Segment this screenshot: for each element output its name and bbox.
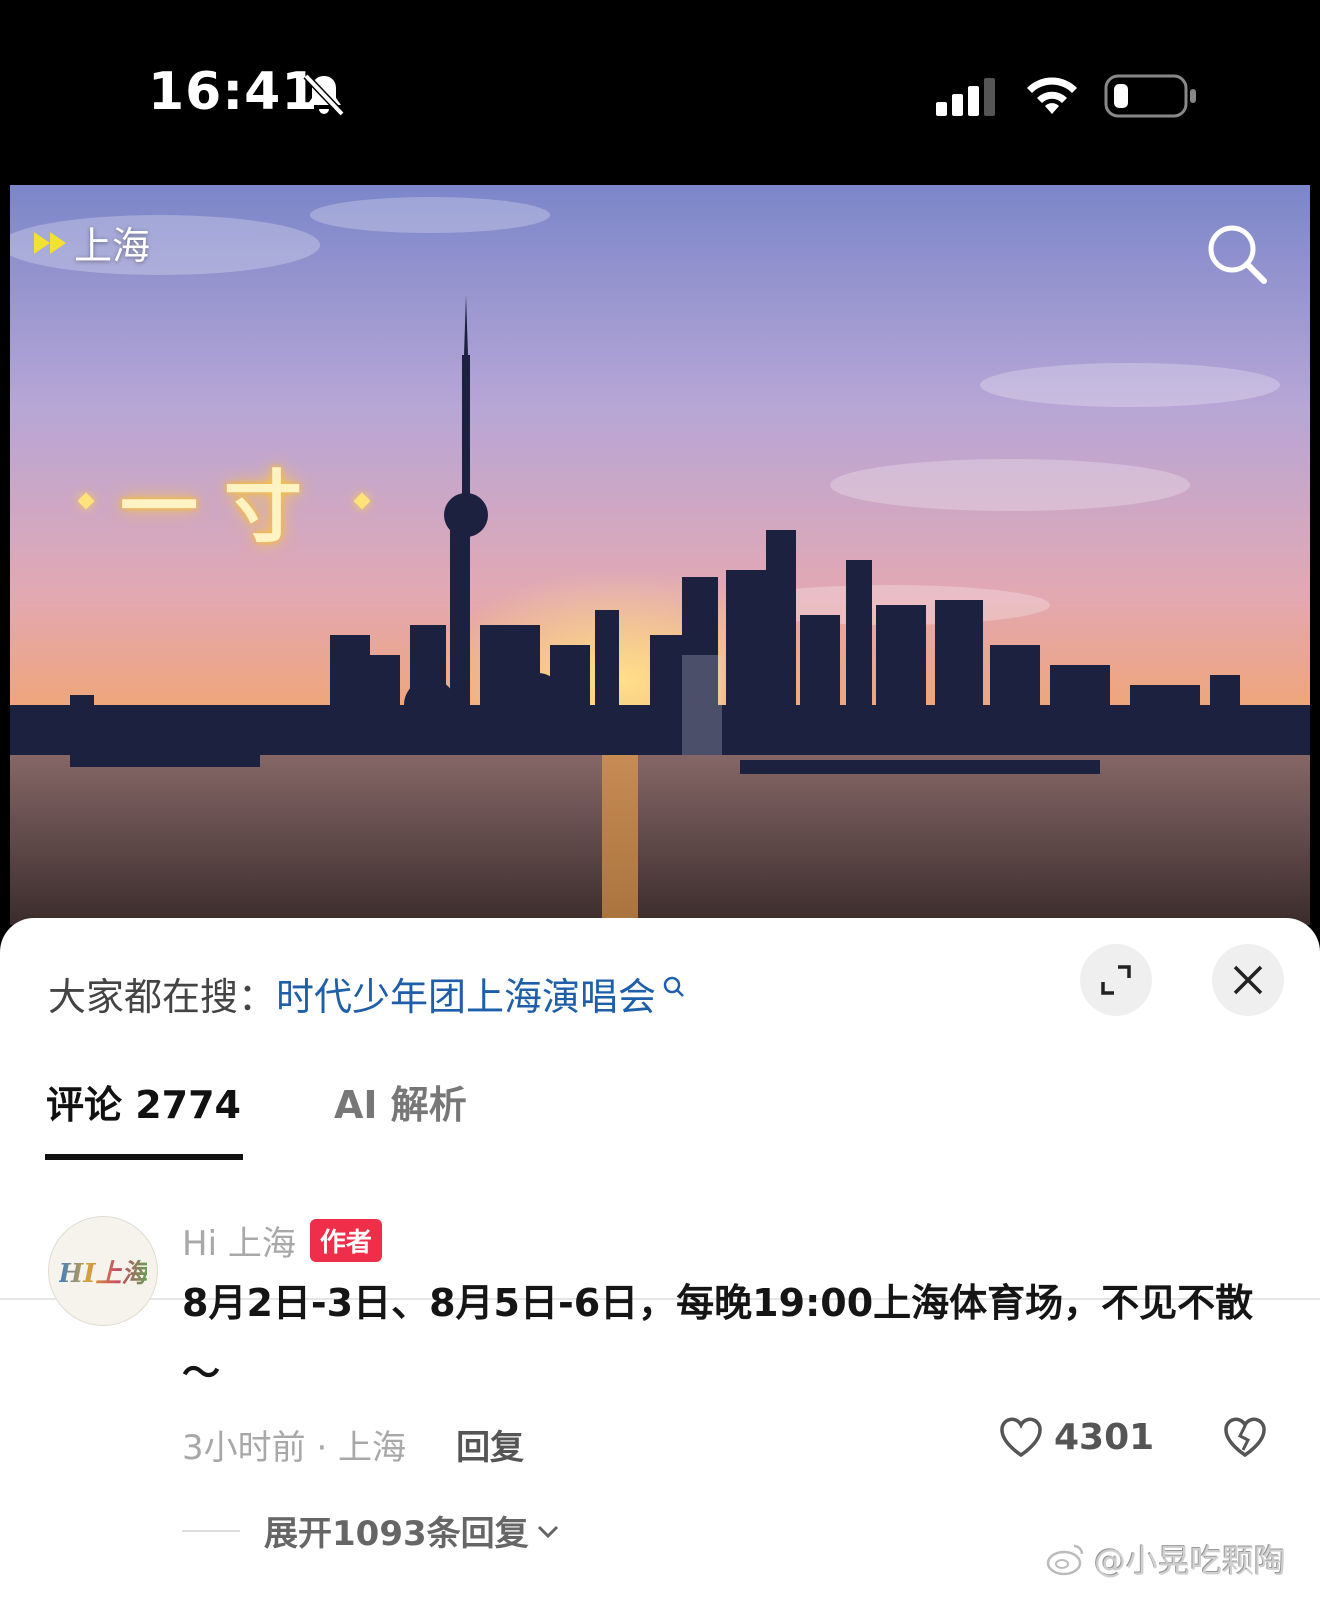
expand-replies-label: 展开1093条回复 xyxy=(264,1514,529,1554)
signal-icon xyxy=(936,78,995,116)
comment-meta: 3小时前 · 上海 回复 xyxy=(182,1420,524,1469)
expand-divider xyxy=(182,1529,240,1532)
fast-forward-icon xyxy=(34,231,66,254)
tab-bar: 评论 2774 AI 解析 xyxy=(0,1058,1320,1300)
author-badge: 作者 xyxy=(309,1219,382,1262)
caption-text: 一寸 xyxy=(120,462,329,553)
caption-dot-right xyxy=(353,492,371,510)
hot-search-term[interactable]: 时代少年团上海演唱会 xyxy=(276,966,656,1021)
channel-label: 上海 xyxy=(74,224,151,268)
channel-tag[interactable]: 上海 xyxy=(34,215,150,270)
search-icon[interactable] xyxy=(1204,221,1270,287)
video-overlay-caption: 一寸 xyxy=(77,445,371,557)
avatar[interactable]: HI上海 xyxy=(48,1216,158,1326)
wifi-icon xyxy=(1027,77,1077,114)
comment-text: 8月2日-3日、8月5日-6日，每晚19:00上海体育场，不见不散～ xyxy=(182,1281,1254,1395)
expand-icon xyxy=(1101,965,1131,995)
video-player[interactable]: 上海 一寸 xyxy=(10,185,1310,925)
heart-icon xyxy=(1000,1417,1042,1458)
tab-comments[interactable]: 评论 2774 xyxy=(46,1074,241,1129)
like-button[interactable]: 4301 xyxy=(998,1416,1154,1458)
hot-search-link[interactable]: 大家都在搜： 时代少年团上海演唱会 xyxy=(48,966,686,1021)
comment-author[interactable]: Hi 上海 xyxy=(182,1216,296,1265)
weibo-watermark: @小晃吃颗陶 xyxy=(1046,1536,1286,1582)
expand-button[interactable] xyxy=(1080,944,1152,1016)
comments-sheet: 大家都在搜： 时代少年团上海演唱会 评论 2774 AI 解析 HI上海 Hi … xyxy=(0,918,1320,1598)
weibo-logo-icon xyxy=(1046,1544,1084,1576)
reply-button[interactable]: 回复 xyxy=(456,1420,524,1469)
comment-time-location: 3小时前 · 上海 xyxy=(182,1428,407,1468)
hot-search-prefix: 大家都在搜： xyxy=(48,975,277,1019)
watermark-text: @小晃吃颗陶 xyxy=(1094,1542,1287,1580)
close-button[interactable] xyxy=(1212,944,1284,1016)
caption-dot-left xyxy=(77,492,95,510)
search-small-icon xyxy=(663,976,684,997)
expand-replies-button[interactable]: 展开1093条回复 xyxy=(182,1506,561,1555)
active-tab-indicator xyxy=(45,1154,243,1160)
status-bar: 16:41 xyxy=(0,0,1320,185)
status-time: 16:41 xyxy=(148,62,319,122)
chevron-down-icon xyxy=(537,1525,558,1538)
tab-ai-analysis[interactable]: AI 解析 xyxy=(334,1074,467,1129)
comment-author-row: Hi 上海 作者 xyxy=(182,1216,382,1265)
avatar-logo: HI上海 xyxy=(59,1253,148,1290)
broken-heart-icon[interactable] xyxy=(1222,1416,1268,1458)
close-icon xyxy=(1233,965,1263,995)
bell-slash-icon xyxy=(303,73,345,117)
battery-icon xyxy=(1104,74,1196,118)
like-count: 4301 xyxy=(1054,1416,1155,1458)
